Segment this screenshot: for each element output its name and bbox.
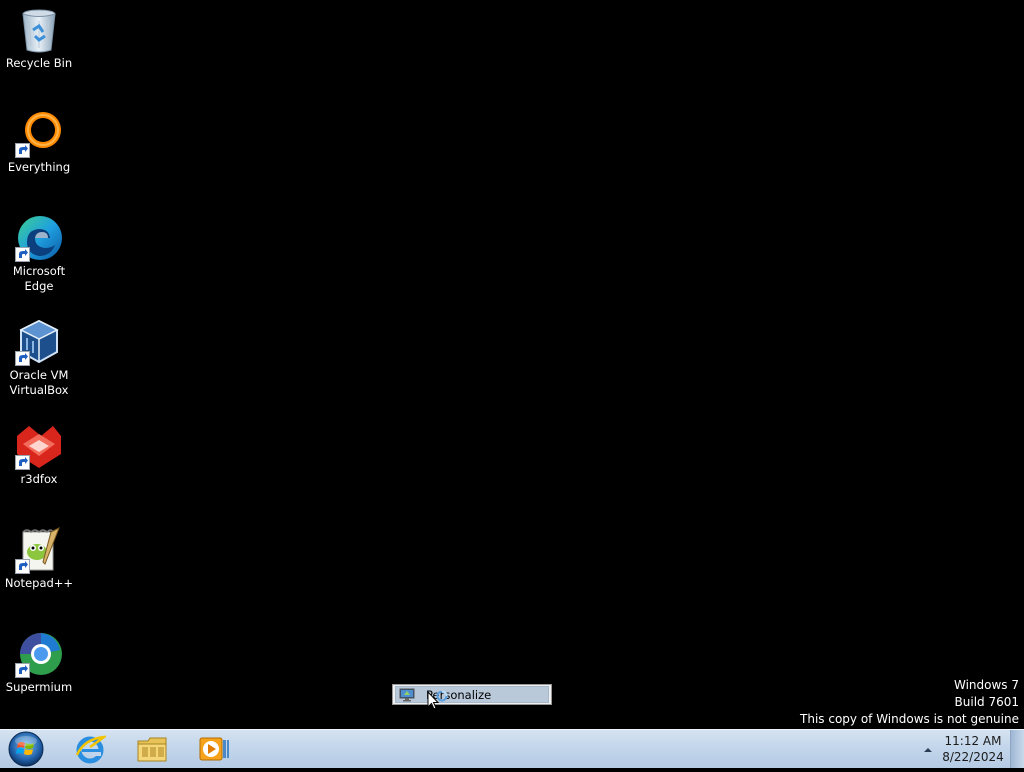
taskbar: 11:12 AM 8/22/2024 xyxy=(0,729,1024,768)
shortcut-arrow-icon xyxy=(15,247,30,262)
desktop-icon-label: Recycle Bin xyxy=(5,56,73,70)
shortcut-arrow-icon xyxy=(15,663,30,678)
clock-date: 8/22/2024 xyxy=(942,750,1004,764)
recycle-bin-icon xyxy=(15,6,63,54)
desktop-icon-notepad-plus-plus[interactable]: Notepad++ xyxy=(2,526,76,591)
windows-start-orb-icon xyxy=(8,731,44,767)
desktop-icon-microsoft-edge[interactable]: Microsoft Edge xyxy=(2,214,76,294)
clock-time: 11:12 AM xyxy=(944,734,1002,748)
virtualbox-icon xyxy=(15,318,63,366)
windows-watermark: Windows 7 Build 7601 This copy of Window… xyxy=(800,677,1019,728)
desktop-icon-supermium[interactable]: Supermium xyxy=(2,630,76,695)
taskbar-pin-internet-explorer[interactable] xyxy=(60,730,120,768)
shortcut-arrow-icon xyxy=(15,559,30,574)
mouse-pointer-busy-icon xyxy=(427,690,455,713)
taskbar-pin-media-player[interactable] xyxy=(184,730,244,768)
desktop-icon-label: Notepad++ xyxy=(4,576,74,590)
notepad-plus-plus-icon xyxy=(15,526,63,574)
desktop-icon-everything[interactable]: Everything xyxy=(2,110,76,175)
start-button[interactable] xyxy=(4,730,48,768)
personalize-icon xyxy=(399,688,415,702)
folder-icon xyxy=(137,737,167,762)
desktop-icon-label: Everything xyxy=(7,160,71,174)
chevron-up-icon xyxy=(924,748,932,752)
desktop-icon-oracle-vm-virtualbox[interactable]: Oracle VM VirtualBox xyxy=(2,318,76,398)
shortcut-arrow-icon xyxy=(15,143,30,158)
show-hidden-icons-button[interactable] xyxy=(920,742,936,756)
desktop-icon-label: Microsoft Edge xyxy=(12,264,66,293)
desktop-icon-recycle-bin[interactable]: Recycle Bin xyxy=(2,6,76,71)
edge-icon xyxy=(15,214,63,262)
context-menu-item-personalize[interactable]: Personalize xyxy=(395,686,549,703)
desktop-icon-r3dfox[interactable]: r3dfox xyxy=(2,422,76,487)
taskbar-clock[interactable]: 11:12 AM 8/22/2024 xyxy=(940,733,1006,765)
everything-icon xyxy=(15,110,63,158)
desktop-icon-label: Supermium xyxy=(5,680,73,694)
internet-explorer-icon xyxy=(75,735,106,764)
show-desktop-button[interactable] xyxy=(1010,730,1024,768)
desktop-context-menu: Personalize xyxy=(392,684,552,705)
watermark-line-2: Build 7601 xyxy=(954,695,1019,709)
desktop-icon-label: Oracle VM VirtualBox xyxy=(9,368,69,397)
r3dfox-icon xyxy=(15,422,63,470)
media-player-icon xyxy=(199,737,229,761)
taskbar-pin-windows-explorer[interactable] xyxy=(122,730,182,768)
shortcut-arrow-icon xyxy=(15,351,30,366)
desktop-icon-label: r3dfox xyxy=(20,472,58,486)
watermark-line-1: Windows 7 xyxy=(953,678,1019,692)
shortcut-arrow-icon xyxy=(15,455,30,470)
supermium-icon xyxy=(15,630,63,678)
watermark-line-3: This copy of Windows is not genuine xyxy=(800,712,1019,726)
desktop[interactable]: Recycle Bin Everything Microsoft Edge Or… xyxy=(0,0,1024,729)
